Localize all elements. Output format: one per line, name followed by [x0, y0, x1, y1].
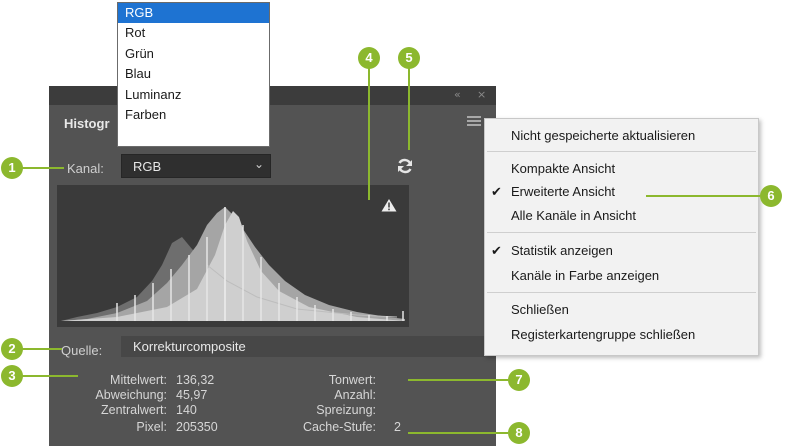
callout-lines [20, 62, 760, 434]
callout-badge-6: 6 [760, 185, 782, 207]
callout-badge-3: 3 [1, 365, 23, 387]
callout-badge-2: 2 [1, 338, 23, 360]
callout-badge-7: 7 [508, 369, 530, 391]
callout-badge-4: 4 [358, 47, 380, 69]
callout-badge-8: 8 [508, 422, 530, 444]
callout-badge-1: 1 [1, 157, 23, 179]
callout-badge-5: 5 [398, 47, 420, 69]
